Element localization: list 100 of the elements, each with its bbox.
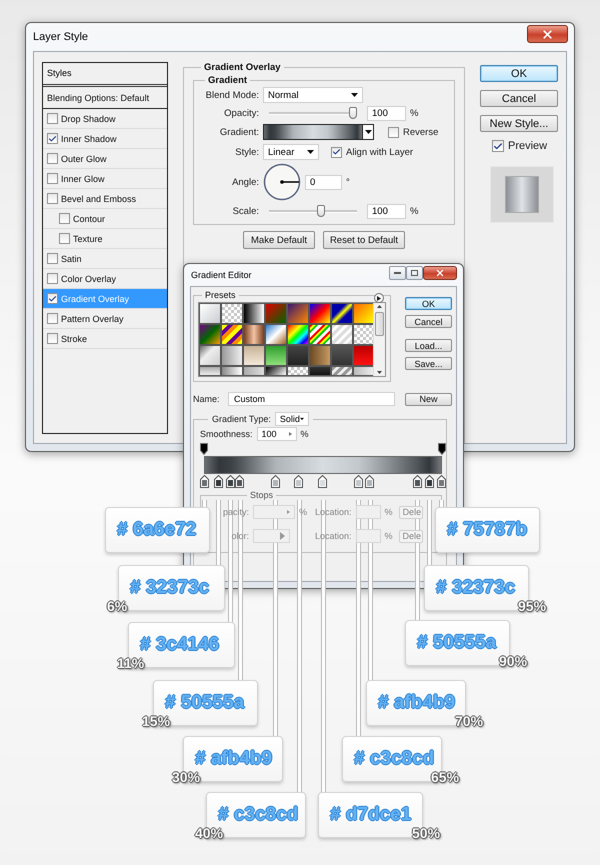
dialog-button[interactable]: Make Default bbox=[243, 231, 315, 249]
gradient-swatch[interactable] bbox=[265, 303, 287, 324]
checkbox[interactable] bbox=[59, 213, 70, 224]
name-field[interactable]: Custom bbox=[228, 392, 395, 406]
gradient-swatch[interactable] bbox=[221, 324, 243, 345]
color-stop-icon[interactable] bbox=[214, 475, 223, 488]
gradient-swatch[interactable] bbox=[199, 324, 221, 345]
checkbox[interactable] bbox=[47, 173, 58, 184]
color-stop-icon[interactable] bbox=[294, 475, 304, 488]
gradient-preview[interactable] bbox=[263, 124, 363, 140]
gradient-swatch[interactable] bbox=[243, 345, 265, 366]
gradient-swatch[interactable] bbox=[287, 345, 309, 366]
gradient-swatch[interactable] bbox=[221, 303, 243, 324]
scale-field[interactable]: 100 bbox=[367, 204, 406, 218]
style-list-item[interactable]: Drop Shadow bbox=[43, 109, 167, 129]
checkbox[interactable] bbox=[47, 313, 58, 324]
gradient-swatch[interactable] bbox=[309, 345, 331, 366]
spinner-icon[interactable] bbox=[288, 432, 292, 436]
color-stop-icon[interactable] bbox=[235, 475, 244, 488]
new-button[interactable]: New bbox=[405, 392, 452, 406]
checkbox[interactable] bbox=[47, 253, 58, 264]
gradient-swatch[interactable] bbox=[309, 303, 331, 324]
presets-menu-button[interactable] bbox=[374, 293, 384, 303]
color-stop-icon[interactable] bbox=[365, 475, 374, 488]
checkbox[interactable] bbox=[59, 233, 70, 244]
checkbox[interactable] bbox=[388, 126, 399, 138]
checkbox[interactable] bbox=[331, 146, 342, 158]
dialog-button[interactable]: Load... bbox=[405, 339, 452, 352]
dialog-button[interactable]: Cancel bbox=[480, 90, 558, 107]
style-list-item[interactable]: Outer Glow bbox=[43, 149, 167, 169]
gradient-swatch[interactable] bbox=[287, 324, 309, 345]
gradient-swatch[interactable] bbox=[353, 303, 374, 324]
checkbox[interactable] bbox=[47, 273, 58, 284]
gradient-swatch[interactable] bbox=[287, 366, 309, 376]
opacity-stop-icon[interactable] bbox=[438, 443, 446, 455]
dialog-button[interactable]: Save... bbox=[405, 357, 452, 370]
color-stop-icon[interactable] bbox=[412, 475, 422, 488]
close-button[interactable] bbox=[423, 266, 457, 280]
dialog-button[interactable]: Cancel bbox=[405, 315, 452, 328]
gradient-swatch[interactable] bbox=[331, 366, 353, 376]
gradient-swatch[interactable] bbox=[331, 345, 353, 366]
gradient-swatch[interactable] bbox=[243, 366, 265, 376]
gradient-swatch[interactable] bbox=[331, 303, 353, 324]
style-list-item[interactable]: Contour bbox=[43, 209, 167, 229]
dialog-button[interactable]: OK bbox=[480, 65, 558, 82]
minimize-button[interactable] bbox=[389, 266, 406, 280]
gradient-swatch[interactable] bbox=[353, 366, 374, 376]
gradient-swatch[interactable] bbox=[199, 345, 221, 366]
color-stop-icon[interactable] bbox=[318, 475, 327, 488]
checkbox[interactable] bbox=[47, 333, 58, 344]
gradient-swatch[interactable] bbox=[243, 303, 265, 324]
style-list-item[interactable]: Stroke bbox=[43, 329, 167, 349]
color-stop-icon[interactable] bbox=[270, 475, 280, 488]
style-list-item[interactable]: Inner Shadow bbox=[43, 129, 167, 149]
gradient-swatch[interactable] bbox=[199, 366, 221, 376]
opacity-field[interactable]: 100 bbox=[367, 106, 406, 120]
gradient-swatch[interactable] bbox=[265, 324, 287, 345]
gradient-swatch[interactable] bbox=[221, 345, 243, 366]
color-stop-icon[interactable] bbox=[226, 475, 235, 488]
color-stop-icon[interactable] bbox=[200, 475, 208, 488]
checkbox[interactable] bbox=[47, 113, 58, 124]
gradient-bar[interactable] bbox=[204, 456, 442, 474]
gradient-swatch[interactable] bbox=[353, 345, 374, 366]
gradient-type-select[interactable]: Solid bbox=[274, 412, 309, 426]
style-list-item[interactable]: Bevel and Emboss bbox=[43, 189, 167, 209]
dialog-button[interactable]: Reset to Default bbox=[323, 231, 405, 249]
slider-thumb[interactable] bbox=[317, 205, 325, 217]
color-stop-icon[interactable] bbox=[424, 475, 434, 488]
color-stop-icon[interactable] bbox=[354, 475, 363, 488]
maximize-button[interactable] bbox=[406, 266, 423, 280]
gradient-swatch[interactable] bbox=[309, 324, 331, 345]
gradient-swatch[interactable] bbox=[287, 303, 309, 324]
smoothness-field[interactable]: 100 bbox=[256, 427, 297, 441]
gradient-swatch[interactable] bbox=[353, 324, 374, 345]
style-list-item[interactable]: Inner Glow bbox=[43, 169, 167, 189]
blend-mode-select[interactable]: Normal bbox=[263, 87, 363, 103]
dialog-button[interactable]: New Style... bbox=[480, 115, 558, 132]
angle-field[interactable]: 0 bbox=[305, 174, 342, 190]
style-select[interactable]: Linear bbox=[263, 144, 319, 160]
scroll-down-icon[interactable] bbox=[377, 371, 382, 374]
gradient-dropdown[interactable] bbox=[363, 124, 374, 140]
gradient-swatch[interactable] bbox=[265, 366, 287, 376]
checkbox[interactable] bbox=[47, 133, 58, 144]
style-list-item[interactable]: Pattern Overlay bbox=[43, 309, 167, 329]
opacity-stop-icon[interactable] bbox=[200, 443, 208, 455]
slider-thumb[interactable] bbox=[349, 107, 357, 119]
style-list-item[interactable]: Satin bbox=[43, 249, 167, 269]
scrollbar-thumb[interactable] bbox=[375, 312, 384, 336]
color-stop-icon[interactable] bbox=[436, 475, 446, 488]
scrollbar[interactable] bbox=[373, 303, 385, 376]
gradient-swatch[interactable] bbox=[309, 366, 331, 376]
checkbox[interactable] bbox=[47, 193, 58, 204]
gradient-swatch[interactable] bbox=[199, 303, 221, 324]
style-list-item[interactable]: Blending Options: Default bbox=[43, 87, 167, 109]
checkbox[interactable] bbox=[492, 140, 504, 152]
scroll-up-icon[interactable] bbox=[377, 305, 382, 308]
dialog-button[interactable]: OK bbox=[405, 297, 452, 310]
close-button[interactable] bbox=[527, 25, 568, 43]
checkbox[interactable] bbox=[47, 293, 58, 304]
gradient-swatch[interactable] bbox=[331, 324, 353, 345]
